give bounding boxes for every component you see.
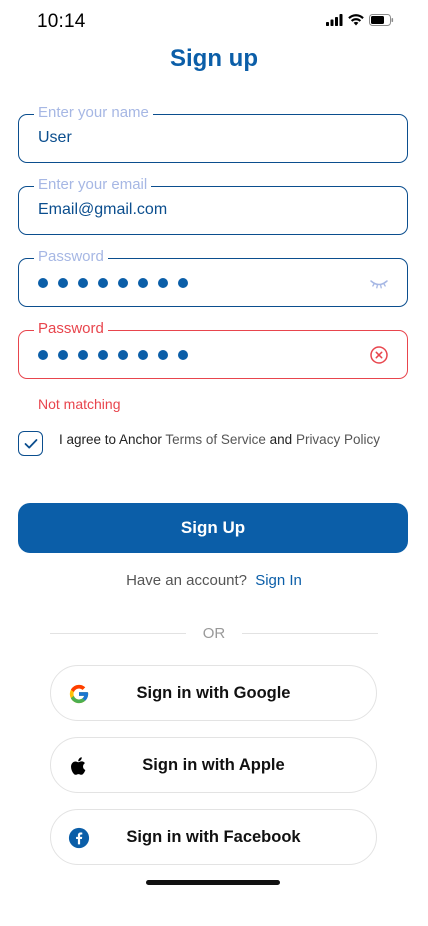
facebook-sign-in-button[interactable]: Sign in with Facebook — [50, 809, 377, 865]
terms-link[interactable]: Terms of Service — [165, 432, 266, 447]
name-field[interactable]: Enter your name User — [18, 103, 408, 163]
apple-sign-in-button[interactable]: Sign in with Apple — [50, 737, 377, 793]
password-dot — [178, 278, 188, 288]
cellular-signal-icon — [326, 14, 343, 26]
agree-and: and — [269, 432, 293, 447]
password-dot — [98, 350, 108, 360]
checkmark-icon — [24, 438, 37, 448]
password-dot — [118, 350, 128, 360]
google-sign-in-button[interactable]: Sign in with Google — [50, 665, 377, 721]
agree-text: I agree to Anchor Terms of Service and P… — [59, 432, 380, 447]
password-error-message: Not matching — [38, 396, 121, 412]
password-dot — [98, 278, 108, 288]
status-bar: 10:14 — [0, 0, 428, 44]
have-account-text: Have an account? — [126, 572, 248, 589]
apple-logo-icon — [71, 757, 86, 775]
password-dot — [78, 278, 88, 288]
password-dot — [58, 278, 68, 288]
password-dot — [118, 278, 128, 288]
confirm-password-field[interactable]: Password — [18, 319, 408, 379]
wifi-icon — [348, 14, 364, 26]
password-dot — [38, 278, 48, 288]
sign-in-link[interactable]: Sign In — [255, 572, 302, 589]
confirm-password-field-label: Password — [34, 319, 108, 339]
page-title: Sign up — [170, 45, 258, 72]
divider-line-right — [242, 633, 378, 634]
confirm-password-masked-value[interactable] — [38, 350, 188, 360]
home-indicator — [146, 880, 280, 885]
name-field-value[interactable]: User — [38, 115, 72, 161]
facebook-sign-in-label: Sign in with Facebook — [126, 827, 301, 846]
error-circle-x-icon[interactable] — [369, 345, 389, 365]
facebook-logo-icon — [68, 827, 90, 849]
apple-sign-in-label: Sign in with Apple — [142, 755, 285, 774]
agree-checkbox[interactable] — [18, 431, 43, 456]
or-divider: OR — [50, 625, 378, 645]
password-dot — [58, 350, 68, 360]
password-masked-value[interactable] — [38, 278, 188, 288]
password-dot — [138, 278, 148, 288]
agree-prefix: I agree to Anchor — [59, 432, 162, 447]
password-dot — [158, 350, 168, 360]
password-dot — [38, 350, 48, 360]
password-field[interactable]: Password — [18, 247, 408, 307]
sign-up-button[interactable]: Sign Up — [18, 503, 408, 553]
email-field[interactable]: Enter your email Email@gmail.com — [18, 175, 408, 235]
privacy-link[interactable]: Privacy Policy — [296, 432, 380, 447]
battery-icon — [369, 14, 394, 26]
password-dot — [158, 278, 168, 288]
google-logo-icon — [69, 684, 89, 704]
password-dot — [78, 350, 88, 360]
password-dot — [178, 350, 188, 360]
eye-closed-icon[interactable] — [369, 273, 389, 293]
email-field-value[interactable]: Email@gmail.com — [38, 187, 167, 233]
have-account-row: Have an account? Sign In — [0, 572, 428, 589]
password-field-label: Password — [34, 247, 108, 267]
password-dot — [138, 350, 148, 360]
google-sign-in-label: Sign in with Google — [136, 683, 291, 702]
agree-row: I agree to Anchor Terms of Service and P… — [18, 428, 408, 456]
status-time: 10:14 — [37, 11, 86, 32]
status-icons — [326, 14, 394, 26]
